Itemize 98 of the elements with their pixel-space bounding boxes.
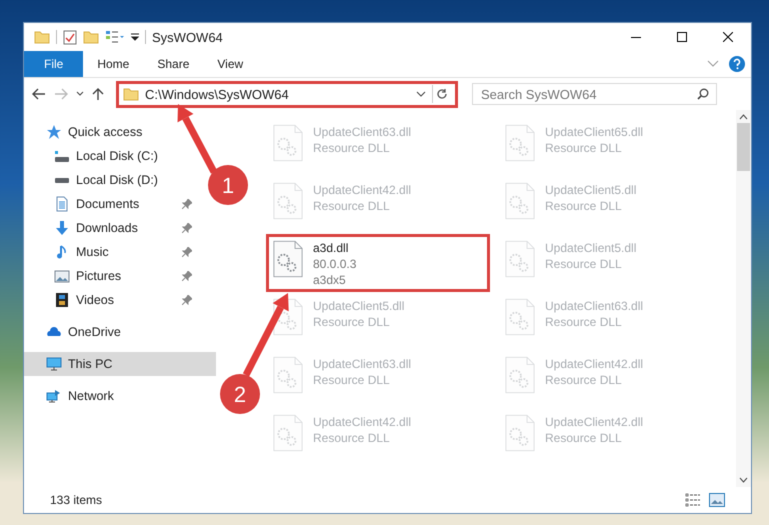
file-detail: Resource DLL [313, 140, 391, 156]
dll-file-icon [273, 124, 303, 162]
address-path: C:\Windows\SysWOW64 [145, 86, 290, 102]
sidebar-item[interactable]: Local Disk (C:) [24, 144, 204, 168]
properties-icon[interactable] [63, 30, 77, 44]
callout-badge [220, 374, 260, 414]
dll-file-icon [505, 124, 535, 162]
folder-icon [123, 87, 139, 101]
file-name: UpdateClient63.dll [313, 356, 412, 372]
sidebar-item[interactable]: Documents [24, 192, 204, 216]
chevron-down-icon [76, 91, 84, 97]
file-detail: Resource DLL [313, 314, 391, 330]
file-detail: Resource DLL [545, 430, 623, 446]
dll-file-icon [273, 240, 303, 278]
sidebar-item[interactable]: OneDrive [24, 320, 216, 344]
large-icons-view-icon[interactable] [709, 493, 725, 507]
file-detail: Resource DLL [313, 372, 391, 388]
chevron-down-icon[interactable] [416, 91, 426, 97]
address-bar[interactable]: C:\Windows\SysWOW64 [116, 80, 458, 108]
callout-number: 1 [222, 173, 234, 198]
view-options-icon[interactable] [105, 30, 125, 44]
scroll-thumb[interactable] [737, 123, 750, 171]
expand-ribbon-icon[interactable] [707, 60, 719, 68]
pin-icon[interactable] [182, 295, 192, 305]
file-name: UpdateClient5.dll [313, 298, 404, 314]
details-view-icon[interactable] [685, 493, 701, 507]
help-icon[interactable] [729, 56, 745, 72]
dll-file-icon [505, 240, 535, 278]
network-icon [46, 388, 62, 404]
file-name: UpdateClient5.dll [545, 240, 636, 256]
minimize-icon [631, 36, 641, 38]
file-name: UpdateClient63.dll [313, 124, 412, 140]
search-icon [697, 88, 709, 100]
file-detail: a3dx5 [313, 272, 347, 288]
scroll-down-icon[interactable] [739, 477, 748, 483]
file-name: UpdateClient42.dll [545, 414, 644, 430]
ribbon-tab[interactable]: View [203, 51, 258, 77]
drive-icon [55, 150, 69, 162]
film-icon [54, 292, 70, 308]
callout-badge [208, 165, 248, 205]
file-name: UpdateClient5.dll [545, 182, 636, 198]
file-detail: 80.0.0.3 [313, 256, 356, 272]
file-detail: Resource DLL [545, 140, 623, 156]
file-detail: Resource DLL [313, 198, 391, 214]
sidebar-item[interactable]: Downloads [24, 216, 204, 240]
folder-icon [34, 30, 50, 44]
search-field[interactable]: Search SysWOW64 [472, 83, 717, 105]
dll-file-icon [505, 182, 535, 220]
refresh-icon [436, 88, 448, 100]
dropdown-icon[interactable] [131, 33, 139, 41]
callout-arrow [178, 104, 218, 174]
sidebar-item[interactable]: Music [24, 240, 204, 264]
file-name: UpdateClient42.dll [313, 414, 412, 430]
sidebar-item[interactable]: Network [24, 384, 216, 408]
file-tile[interactable]: a3d.dll 80.0.0.3 a3dx5 [266, 234, 490, 292]
dll-file-icon [273, 182, 303, 220]
sidebar-item[interactable]: Pictures [24, 264, 204, 288]
pin-icon[interactable] [182, 223, 192, 233]
file-name: UpdateClient65.dll [545, 124, 644, 140]
picture-icon [54, 268, 70, 284]
dll-file-icon [505, 414, 535, 452]
callout-number: 2 [234, 382, 246, 407]
new-folder-icon [83, 30, 99, 44]
item-count: 133 items [50, 493, 102, 507]
back-button[interactable] [30, 86, 48, 102]
ribbon-tab[interactable]: Home [83, 51, 144, 77]
file-detail: Resource DLL [545, 256, 623, 272]
download-arrow-icon [54, 220, 70, 236]
sidebar-item[interactable]: Local Disk (D:) [24, 168, 204, 192]
document-icon [54, 196, 70, 212]
file-detail: Resource DLL [545, 314, 623, 330]
file-detail: Resource DLL [313, 430, 391, 446]
dll-file-icon [273, 414, 303, 452]
scrollbar[interactable] [736, 110, 751, 487]
drive-icon [55, 178, 69, 182]
ribbon-tab[interactable]: File [24, 51, 84, 77]
sidebar-item[interactable]: Videos [24, 288, 204, 312]
file-name: a3d.dll [313, 240, 350, 256]
star-icon [46, 124, 62, 140]
pin-icon[interactable] [182, 247, 192, 257]
pin-icon[interactable] [182, 199, 192, 209]
sidebar-item[interactable]: Quick access [24, 120, 216, 144]
scroll-up-icon[interactable] [739, 114, 748, 120]
file-name: UpdateClient63.dll [545, 298, 644, 314]
file-name: UpdateClient42.dll [545, 356, 644, 372]
monitor-icon [46, 356, 62, 372]
dll-file-icon [505, 356, 535, 394]
ribbon-tab[interactable]: Share [143, 51, 204, 77]
dll-file-icon [273, 356, 303, 394]
dll-file-icon [505, 298, 535, 336]
file-name: UpdateClient42.dll [313, 182, 412, 198]
sidebar-item[interactable]: This PC [24, 352, 216, 376]
file-detail: Resource DLL [545, 372, 623, 388]
file-detail: Resource DLL [545, 198, 623, 214]
pin-icon[interactable] [182, 271, 192, 281]
maximize-icon [677, 32, 687, 42]
close-icon [723, 32, 733, 42]
window-title: SysWOW64 [152, 30, 223, 44]
